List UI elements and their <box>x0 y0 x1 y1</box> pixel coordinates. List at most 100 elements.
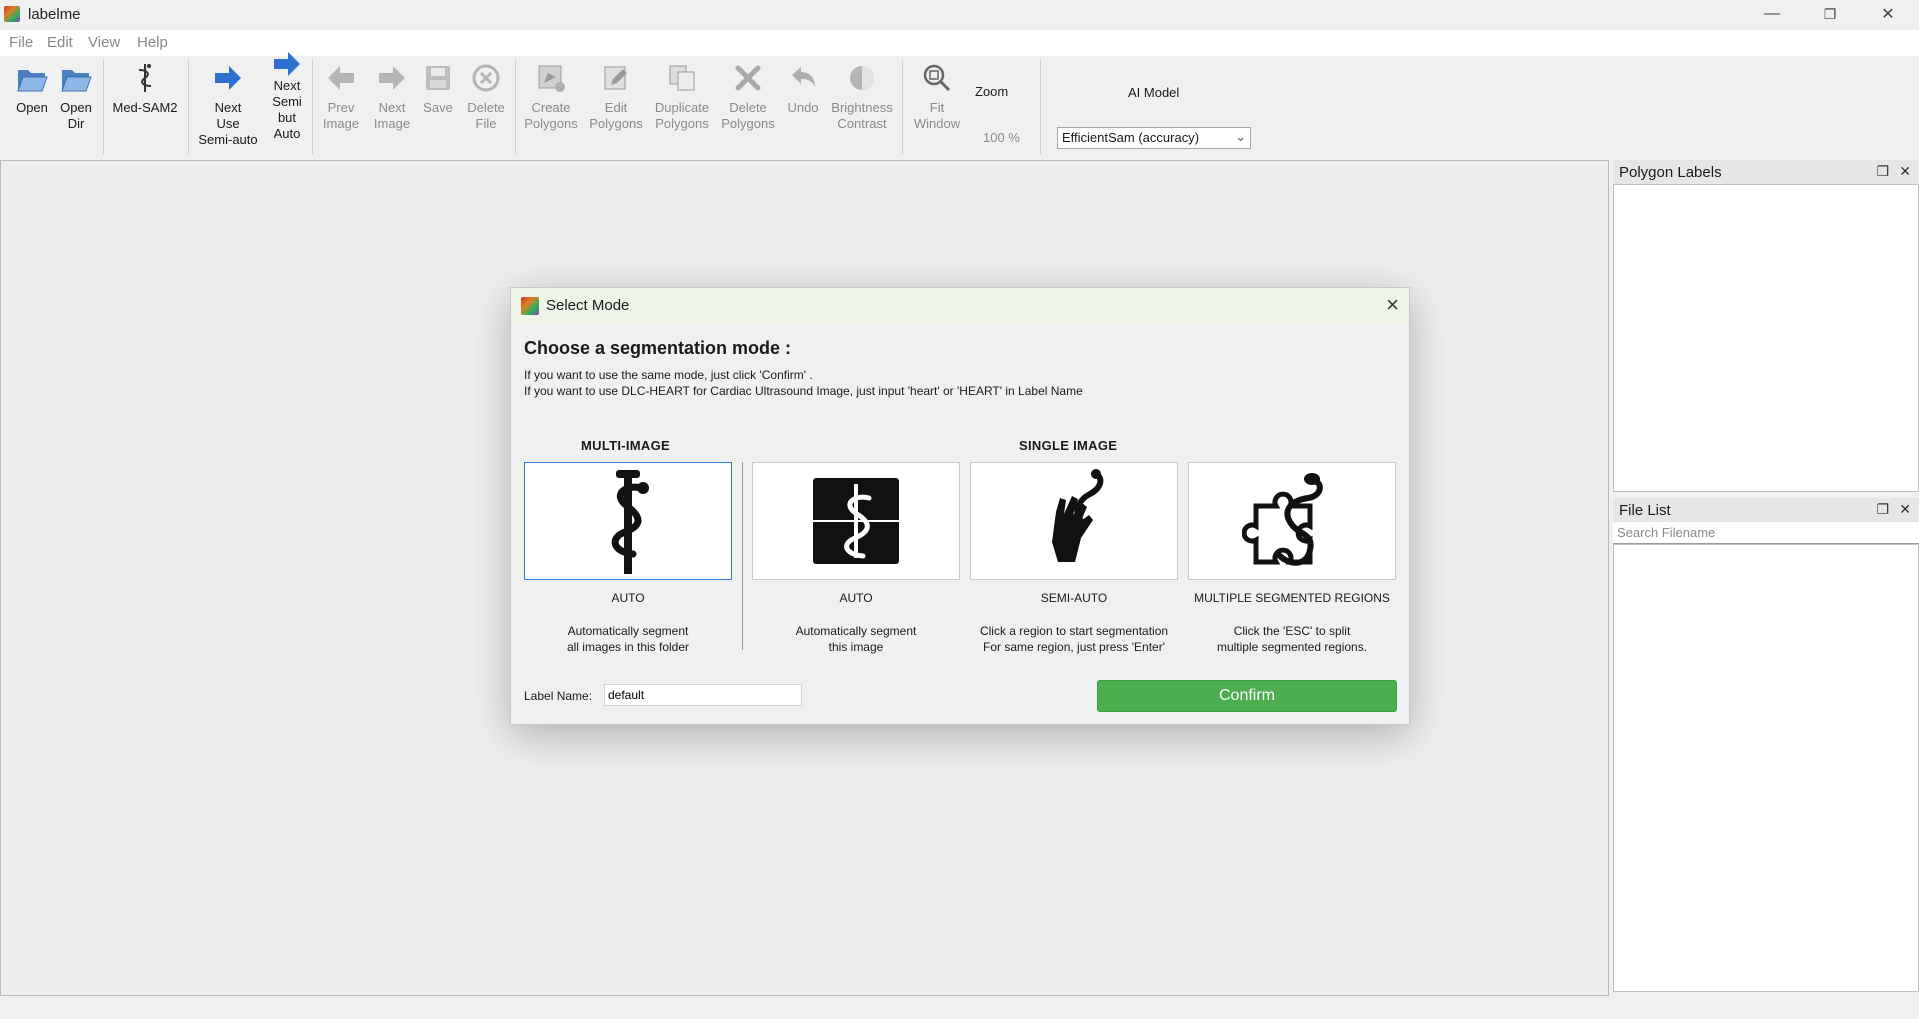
single-image-title: SINGLE IMAGE <box>1019 438 1118 453</box>
brightness-contrast-button[interactable]: Brightness Contrast <box>827 58 897 132</box>
fit-window-label-2: Window <box>913 116 961 131</box>
close-panel-icon[interactable]: ✕ <box>1899 163 1911 180</box>
mode-label-single-auto: AUTO <box>839 591 873 605</box>
maximize-button[interactable]: ❐ <box>1801 0 1859 28</box>
med-sam2-label: Med-SAM2 <box>112 100 178 115</box>
delete-polygons-label-1: Delete <box>729 100 767 115</box>
puzzle-snake-icon <box>1242 473 1323 566</box>
dialog-close-icon[interactable]: × <box>1386 292 1399 318</box>
dialog-title-bar: Select Mode × <box>511 288 1409 324</box>
close-panel-icon[interactable]: ✕ <box>1899 501 1911 518</box>
fit-window-label-1: Fit <box>929 100 945 115</box>
folder-open-icon <box>15 58 49 98</box>
file-list-title: File List <box>1619 502 1671 519</box>
ai-model-label: AI Model <box>1128 85 1180 100</box>
desc-line: Click a region to start segmentation <box>979 624 1169 638</box>
confirm-button[interactable]: Confirm <box>1097 680 1397 712</box>
create-polygons-label-2: Polygons <box>524 116 578 131</box>
next-image-label-2: Image <box>373 116 411 131</box>
med-sam2-button[interactable]: Med-SAM2 <box>110 58 180 116</box>
delete-file-button[interactable]: Delete File <box>463 58 509 132</box>
caduceus-icon <box>611 470 649 574</box>
edit-polygons-button[interactable]: Edit Polygons <box>585 58 647 132</box>
file-list[interactable] <box>1613 544 1919 992</box>
fit-window-button[interactable]: Fit Window <box>908 58 966 132</box>
prev-image-label-1: Prev <box>327 100 355 115</box>
ai-model-select[interactable]: EfficientSam (accuracy) ⌄ <box>1057 127 1251 149</box>
label-name-input[interactable] <box>604 684 802 706</box>
mode-label-multiple-regions: MULTIPLE SEGMENTED REGIONS <box>1194 591 1390 605</box>
save-button[interactable]: Save <box>419 58 457 116</box>
mode-desc-single-auto: Automatically segment this image <box>736 623 976 655</box>
minimize-button[interactable]: — <box>1743 0 1801 28</box>
edit-polygons-label-2: Polygons <box>589 116 643 131</box>
prev-image-label-2: Image <box>322 116 360 131</box>
chevron-down-icon: ⌄ <box>1235 129 1246 144</box>
folder-icon <box>59 58 93 98</box>
float-panel-icon[interactable]: ❐ <box>1876 163 1889 180</box>
select-mode-dialog: Select Mode × Choose a segmentation mode… <box>510 287 1410 725</box>
create-polygons-button[interactable]: Create Polygons <box>520 58 582 132</box>
dialog-instruction-2: If you want to use DLC-HEART for Cardiac… <box>524 384 1083 398</box>
undo-button[interactable]: Undo <box>783 58 823 116</box>
mode-card-single-auto[interactable] <box>752 462 960 580</box>
polygon-labels-header: Polygon Labels ❐ ✕ <box>1613 160 1919 184</box>
zoom-value[interactable]: 100 % <box>983 130 1020 145</box>
mode-label-semi-auto: SEMI-AUTO <box>1040 591 1108 605</box>
brightness-contrast-icon <box>847 58 877 98</box>
dialog-title: Select Mode <box>546 297 630 314</box>
desc-line: Automatically segment <box>567 624 689 638</box>
mode-desc-multi-auto: Automatically segment all images in this… <box>508 623 748 655</box>
arrow-right-icon <box>377 58 407 98</box>
toolbar-separator <box>515 60 516 154</box>
next-image-button[interactable]: Next Image <box>369 58 415 132</box>
section-divider <box>742 462 743 650</box>
next-semi-auto-label-2: Semi <box>272 94 302 109</box>
mode-card-semi-auto[interactable] <box>970 462 1178 580</box>
title-bar: labelme — ❐ ✕ <box>0 0 1919 28</box>
prev-image-button[interactable]: Prev Image <box>318 58 364 132</box>
duplicate-polygons-label-1: Duplicate <box>654 100 710 115</box>
toolbar-separator <box>103 60 104 154</box>
duplicate-polygons-button[interactable]: Duplicate Polygons <box>650 58 714 132</box>
file-list-header: File List ❐ ✕ <box>1613 498 1919 522</box>
app-logo-icon <box>521 297 539 315</box>
search-filename-input[interactable] <box>1613 522 1919 544</box>
open-label: Open <box>16 100 48 115</box>
next-semi-auto-label-4: Auto <box>273 126 301 141</box>
hand-snake-icon <box>1052 469 1104 562</box>
ai-model-value: EfficientSam (accuracy) <box>1062 130 1200 145</box>
mode-card-multi-auto[interactable] <box>524 462 732 580</box>
toolbar-separator <box>188 60 189 154</box>
caduceus-icon <box>135 58 155 98</box>
delete-x-icon <box>733 58 763 98</box>
menu-help[interactable]: Help <box>137 34 168 51</box>
menu-view[interactable]: View <box>88 34 120 51</box>
float-panel-icon[interactable]: ❐ <box>1876 501 1889 518</box>
next-use-semi-label-3: Semi-auto <box>198 132 258 147</box>
delete-polygons-label-2: Polygons <box>721 116 775 131</box>
save-label: Save <box>423 100 453 115</box>
next-use-semi-label-1: Next <box>214 100 242 115</box>
mode-desc-semi-auto: Click a region to start segmentation For… <box>954 623 1194 655</box>
open-dir-button[interactable]: Open Dir <box>56 58 96 132</box>
polygon-labels-title: Polygon Labels <box>1619 164 1722 181</box>
next-semi-but-auto-button[interactable]: Next Semi but Auto <box>268 52 306 142</box>
desc-line: all images in this folder <box>566 640 690 654</box>
next-use-semi-label-2: Use <box>216 116 240 131</box>
menu-file[interactable]: File <box>9 34 33 51</box>
close-window-button[interactable]: ✕ <box>1859 0 1917 28</box>
next-use-semi-auto-button[interactable]: Next Use Semi-auto <box>195 58 261 148</box>
polygon-labels-list[interactable] <box>1613 184 1919 492</box>
menu-edit[interactable]: Edit <box>47 34 73 51</box>
delete-polygons-button[interactable]: Delete Polygons <box>718 58 778 132</box>
contrast-label: Contrast <box>837 116 887 131</box>
open-dir-label-1: Open <box>60 100 92 115</box>
arrow-right-icon <box>213 58 243 98</box>
delete-file-label-1: Delete <box>467 100 505 115</box>
mode-card-multiple-regions[interactable] <box>1188 462 1396 580</box>
save-icon <box>424 58 452 98</box>
open-button[interactable]: Open <box>12 58 52 116</box>
edit-icon <box>601 58 631 98</box>
duplicate-polygons-label-2: Polygons <box>655 116 709 131</box>
